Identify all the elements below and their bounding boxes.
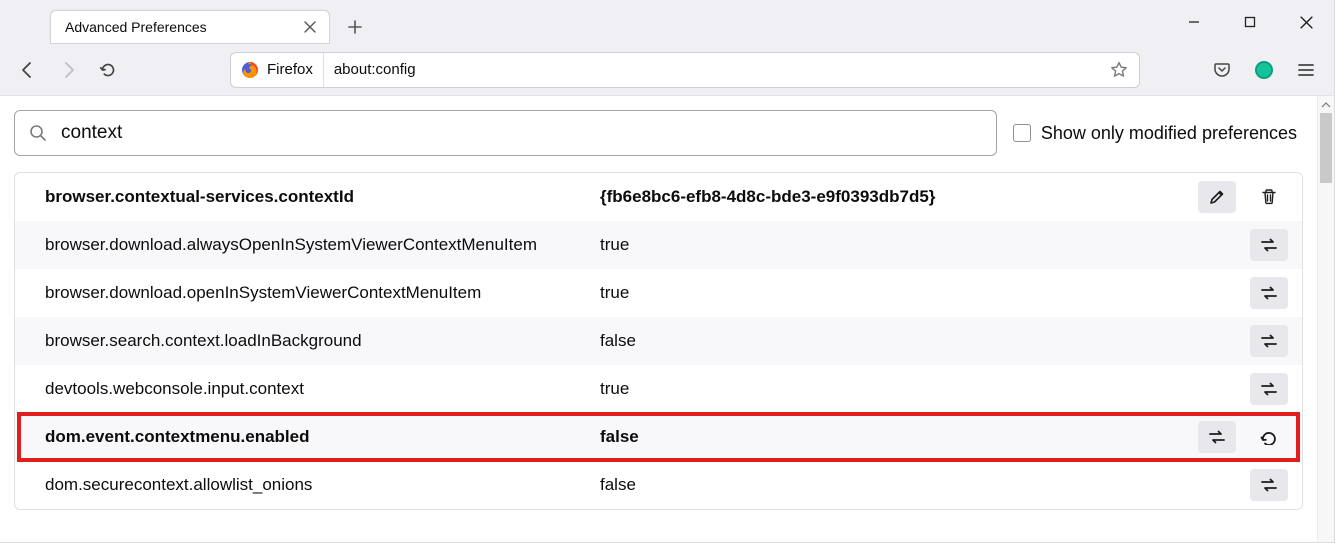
page-content: Show only modified preferences browser.c…	[0, 96, 1317, 542]
preference-row: browser.contextual-services.contextId{fb…	[15, 173, 1302, 221]
tab-active[interactable]: Advanced Preferences	[50, 10, 330, 44]
preference-name: browser.download.openInSystemViewerConte…	[45, 283, 600, 303]
scroll-up-button[interactable]	[1318, 96, 1334, 113]
preference-actions	[1250, 325, 1288, 357]
new-tab-button[interactable]	[338, 10, 372, 44]
toolbar-right	[1204, 52, 1324, 88]
bookmark-star-button[interactable]	[1105, 56, 1133, 84]
toggle-icon	[1259, 477, 1279, 493]
preference-name: devtools.webconsole.input.context	[45, 379, 600, 399]
preference-name: browser.download.alwaysOpenInSystemViewe…	[45, 235, 600, 255]
toggle-icon	[1259, 381, 1279, 397]
preference-value: false	[600, 427, 1198, 447]
preference-value: true	[600, 283, 1250, 303]
toggle-button[interactable]	[1250, 469, 1288, 501]
preference-value: false	[600, 331, 1250, 351]
pocket-button[interactable]	[1204, 52, 1240, 88]
preference-row: devtools.webconsole.input.contexttrue	[15, 365, 1302, 413]
app-menu-button[interactable]	[1288, 52, 1324, 88]
window-close-button[interactable]	[1278, 0, 1334, 44]
preference-name: browser.contextual-services.contextId	[45, 187, 600, 207]
reset-button[interactable]	[1250, 421, 1288, 453]
back-button[interactable]	[10, 52, 46, 88]
preference-table: browser.contextual-services.contextId{fb…	[14, 172, 1303, 510]
url-bar[interactable]: Firefox about:config	[230, 52, 1140, 88]
firefox-icon	[241, 61, 259, 79]
preference-actions	[1250, 469, 1288, 501]
tab-title: Advanced Preferences	[65, 19, 301, 35]
preference-actions	[1198, 181, 1288, 213]
toggle-icon	[1259, 237, 1279, 253]
toggle-icon	[1207, 429, 1227, 445]
url-value: about:config	[334, 61, 416, 78]
close-tab-button[interactable]	[301, 18, 319, 36]
identity-label: Firefox	[267, 61, 313, 78]
preference-row: browser.download.alwaysOpenInSystemViewe…	[15, 221, 1302, 269]
preference-search-input[interactable]	[59, 121, 982, 145]
toggle-button[interactable]	[1250, 325, 1288, 357]
toggle-button[interactable]	[1198, 421, 1236, 453]
toggle-button[interactable]	[1250, 373, 1288, 405]
grammarly-icon	[1255, 61, 1273, 79]
show-modified-only-checkbox[interactable]: Show only modified preferences	[1013, 123, 1303, 144]
extension-grammarly-button[interactable]	[1246, 52, 1282, 88]
window-controls	[1166, 0, 1334, 44]
edit-button[interactable]	[1198, 181, 1236, 213]
site-identity[interactable]: Firefox	[231, 53, 324, 87]
toggle-icon	[1259, 333, 1279, 349]
preference-value: true	[600, 235, 1250, 255]
preference-row: browser.search.context.loadInBackgroundf…	[15, 317, 1302, 365]
preference-name: dom.securecontext.allowlist_onions	[45, 475, 600, 495]
window-minimize-button[interactable]	[1166, 0, 1222, 44]
scroll-thumb[interactable]	[1320, 113, 1332, 183]
delete-button[interactable]	[1250, 181, 1288, 213]
preference-actions	[1250, 229, 1288, 261]
toggle-button[interactable]	[1250, 277, 1288, 309]
preference-name: dom.event.contextmenu.enabled	[45, 427, 600, 447]
preference-actions	[1250, 277, 1288, 309]
preference-actions	[1250, 373, 1288, 405]
vertical-scrollbar[interactable]	[1317, 96, 1334, 542]
preference-value: {fb6e8bc6-efb8-4d8c-bde3-e9f0393db7d5}	[600, 187, 1198, 207]
preference-row: dom.event.contextmenu.enabledfalse	[15, 413, 1302, 461]
checkbox-icon	[1013, 124, 1031, 142]
preference-actions	[1198, 421, 1288, 453]
window-maximize-button[interactable]	[1222, 0, 1278, 44]
checkbox-label: Show only modified preferences	[1041, 123, 1297, 144]
preference-value: true	[600, 379, 1250, 399]
url-text: about:config	[324, 61, 1105, 78]
preference-value: false	[600, 475, 1250, 495]
preference-row: dom.securecontext.allowlist_onionsfalse	[15, 461, 1302, 509]
preference-name: browser.search.context.loadInBackground	[45, 331, 600, 351]
preference-row: browser.download.openInSystemViewerConte…	[15, 269, 1302, 317]
search-icon	[29, 124, 47, 142]
trash-icon	[1260, 188, 1278, 206]
toolbar: Firefox about:config	[0, 44, 1334, 96]
reload-button[interactable]	[90, 52, 126, 88]
forward-button[interactable]	[50, 52, 86, 88]
toggle-icon	[1259, 285, 1279, 301]
tab-strip: Advanced Preferences	[0, 0, 1334, 44]
reset-icon	[1259, 429, 1279, 445]
preference-search-box[interactable]	[14, 110, 997, 156]
toggle-button[interactable]	[1250, 229, 1288, 261]
edit-icon	[1208, 188, 1226, 206]
